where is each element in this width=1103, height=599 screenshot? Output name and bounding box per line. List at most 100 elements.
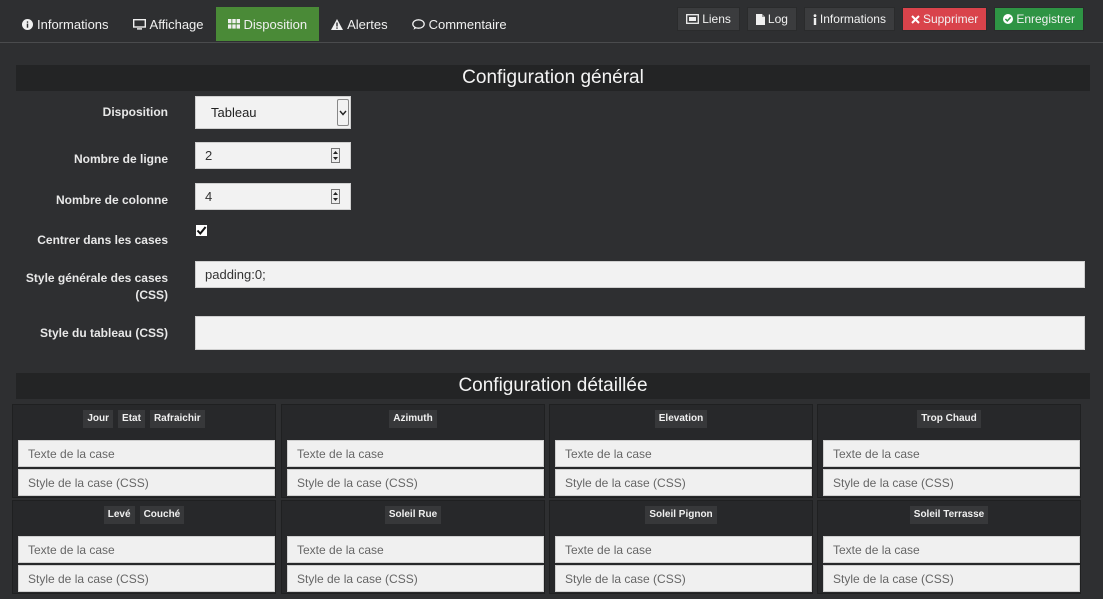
enregistrer-label: Enregistrer	[1016, 12, 1075, 26]
table-style-label: Style du tableau (CSS)	[39, 326, 168, 340]
cell-style-input[interactable]: padding:0;	[195, 261, 1085, 288]
log-label: Log	[767, 12, 788, 26]
spinner-icon[interactable]	[331, 189, 340, 204]
close-icon	[911, 14, 920, 24]
comment-icon	[411, 18, 425, 30]
grid-cell-1-1: Jour Etat Rafraichir Texte de la case St…	[12, 404, 276, 498]
cell-style-input[interactable]: Style de la case (CSS)	[823, 565, 1080, 592]
info-circle-icon	[22, 18, 33, 30]
cell-text-input[interactable]: Texte de la case	[287, 440, 544, 467]
widget-chip[interactable]: Azimuth	[389, 410, 437, 428]
cell-text-input[interactable]: Texte de la case	[823, 440, 1080, 467]
widget-chips: Elevation	[550, 410, 812, 428]
tab-alertes[interactable]: Alertes	[319, 7, 399, 41]
widget-chips: Soleil Pignon	[550, 506, 812, 524]
rows-label: Nombre de ligne	[73, 152, 168, 166]
informations-label: Informations	[819, 12, 886, 26]
widget-chips: Levé Couché	[13, 506, 275, 524]
desktop-icon	[132, 18, 146, 30]
tab-label: Informations	[37, 16, 109, 32]
tab-label: Disposition	[243, 16, 308, 32]
detail-section-title: Configuration détaillée	[16, 373, 1090, 399]
cell-style-input[interactable]: Style de la case (CSS)	[287, 469, 544, 496]
rows-value: 2	[205, 148, 213, 163]
widget-chips: Jour Etat Rafraichir	[13, 410, 275, 428]
disposition-label: Disposition	[102, 105, 168, 119]
tab-label: Alertes	[347, 16, 388, 32]
spinner-icon[interactable]	[331, 148, 340, 163]
widget-chip[interactable]: Rafraichir	[149, 410, 205, 428]
check-icon	[196, 226, 207, 236]
disposition-value: Tableau	[211, 105, 257, 120]
enregistrer-button[interactable]: Enregistrer	[994, 7, 1084, 31]
widget-chip[interactable]: Soleil Rue	[384, 506, 442, 524]
grid-cell-2-2: Soleil Rue Texte de la case Style de la …	[281, 500, 545, 594]
disposition-select[interactable]: Tableau	[195, 96, 351, 129]
widget-chips: Azimuth	[282, 410, 544, 428]
widget-chip[interactable]: Soleil Pignon	[645, 506, 717, 524]
rows-stepper[interactable]: 2	[195, 142, 351, 169]
liens-label: Liens	[702, 12, 731, 26]
center-label: Centrer dans les cases	[37, 233, 168, 247]
tab-bar: Informations Affichage Disposition Alert…	[10, 7, 519, 41]
tab-disposition[interactable]: Disposition	[215, 7, 320, 41]
widget-chip[interactable]: Soleil Terrasse	[909, 506, 989, 524]
grid-cell-1-3: Elevation Texte de la case Style de la c…	[549, 404, 813, 498]
grid-cell-2-1: Levé Couché Texte de la case Style de la…	[12, 500, 276, 594]
widget-chip[interactable]: Elevation	[654, 410, 708, 428]
widget-chips: Soleil Terrasse	[818, 506, 1080, 524]
liens-button[interactable]: Liens	[677, 7, 740, 31]
cell-style-input[interactable]: Style de la case (CSS)	[18, 469, 275, 496]
supprimer-button[interactable]: Supprimer	[901, 7, 988, 31]
cell-grid: Jour Etat Rafraichir Texte de la case St…	[12, 404, 1086, 599]
widget-chip[interactable]: Etat	[118, 410, 145, 428]
tab-affichage[interactable]: Affichage	[121, 7, 216, 41]
widget-chip[interactable]: Levé	[103, 506, 135, 524]
info-icon	[813, 13, 817, 25]
cell-text-input[interactable]: Texte de la case	[555, 536, 812, 563]
log-button[interactable]: Log	[746, 7, 797, 31]
grid-cell-2-4: Soleil Terrasse Texte de la case Style d…	[817, 500, 1081, 594]
table-style-input[interactable]	[195, 316, 1085, 350]
cell-style-value: padding:0;	[205, 267, 266, 282]
cell-style-input[interactable]: Style de la case (CSS)	[555, 565, 812, 592]
tab-label: Commentaire	[428, 16, 507, 32]
cell-style-label-line2: (CSS)	[135, 288, 168, 302]
center-checkbox[interactable]	[196, 225, 207, 236]
widget-chip[interactable]: Jour	[83, 410, 114, 428]
grid-icon	[227, 19, 240, 29]
cell-text-input[interactable]: Texte de la case	[823, 536, 1080, 563]
check-circle-icon	[1003, 14, 1014, 24]
cell-text-input[interactable]: Texte de la case	[287, 536, 544, 563]
top-bar: Informations Affichage Disposition Alert…	[0, 0, 1103, 43]
general-section-title: Configuration général	[16, 65, 1090, 91]
cell-text-input[interactable]: Texte de la case	[18, 440, 275, 467]
warning-icon	[331, 18, 344, 30]
cell-style-input[interactable]: Style de la case (CSS)	[18, 565, 275, 592]
cell-style-input[interactable]: Style de la case (CSS)	[555, 469, 812, 496]
file-icon	[755, 13, 765, 25]
cell-text-input[interactable]: Texte de la case	[555, 440, 812, 467]
link-icon	[686, 14, 700, 24]
widget-chips: Trop Chaud	[818, 410, 1080, 428]
grid-cell-1-4: Trop Chaud Texte de la case Style de la …	[817, 404, 1081, 498]
widget-chips: Soleil Rue	[282, 506, 544, 524]
cols-label: Nombre de colonne	[55, 193, 168, 207]
tab-informations[interactable]: Informations	[10, 7, 121, 41]
supprimer-label: Supprimer	[922, 12, 979, 26]
widget-chip[interactable]: Trop Chaud	[917, 410, 981, 428]
cols-value: 4	[205, 189, 213, 204]
cell-style-input[interactable]: Style de la case (CSS)	[287, 565, 544, 592]
cell-style-label: Style générale des cases (CSS)	[8, 270, 168, 304]
tab-commentaire[interactable]: Commentaire	[400, 7, 519, 41]
widget-chip[interactable]: Couché	[139, 506, 185, 524]
chevron-down-icon	[337, 99, 349, 126]
grid-cell-1-2: Azimuth Texte de la case Style de la cas…	[281, 404, 545, 498]
cell-style-input[interactable]: Style de la case (CSS)	[823, 469, 1080, 496]
cell-style-label-line1: Style générale des cases	[25, 271, 168, 285]
action-buttons: Liens Log Informations Supprimer Enregis…	[677, 7, 1084, 31]
tab-label: Affichage	[149, 16, 204, 32]
informations-button[interactable]: Informations	[803, 7, 895, 31]
cols-stepper[interactable]: 4	[195, 183, 351, 210]
cell-text-input[interactable]: Texte de la case	[18, 536, 275, 563]
